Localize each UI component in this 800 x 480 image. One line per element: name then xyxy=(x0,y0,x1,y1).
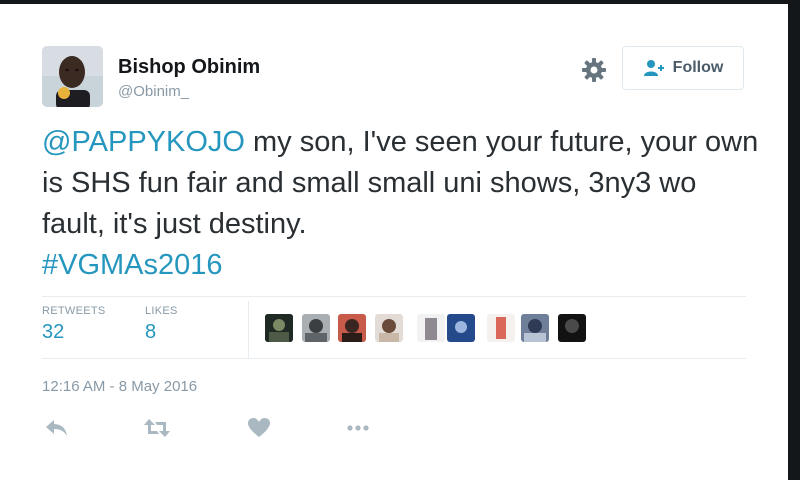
more-icon[interactable] xyxy=(345,416,371,440)
liker-avatar[interactable] xyxy=(338,314,366,342)
window-right-edge xyxy=(788,0,800,480)
author-handle[interactable]: @Obinim_ xyxy=(118,83,189,100)
likes-label: LIKES xyxy=(145,305,178,317)
stats-vertical-divider xyxy=(248,301,249,358)
gear-icon[interactable] xyxy=(581,57,607,83)
reply-icon[interactable] xyxy=(44,416,70,440)
mention-link[interactable]: @PAPPYKOJO xyxy=(42,126,245,158)
follow-label: Follow xyxy=(672,59,724,76)
liker-avatar[interactable] xyxy=(447,314,475,342)
add-user-icon xyxy=(643,59,665,77)
liker-avatar[interactable] xyxy=(265,314,293,342)
hashtag-link[interactable]: #VGMAs2016 xyxy=(42,249,223,281)
author-avatar[interactable] xyxy=(42,46,103,107)
retweets-label: RETWEETS xyxy=(42,305,106,317)
liker-avatar[interactable] xyxy=(302,314,330,342)
tweet-card: Bishop Obinim @Obinim_ Follow @PAPPYKOJO… xyxy=(0,4,788,480)
liker-avatar[interactable] xyxy=(487,314,515,342)
likes-count[interactable]: 8 xyxy=(145,321,156,344)
stats-bottom-divider xyxy=(42,358,746,359)
tweet-timestamp[interactable]: 12:16 AM - 8 May 2016 xyxy=(42,378,197,395)
like-icon[interactable] xyxy=(246,416,272,440)
follow-button[interactable]: Follow xyxy=(622,46,744,90)
stats-top-divider xyxy=(42,296,746,297)
liker-avatar[interactable] xyxy=(521,314,549,342)
author-display-name[interactable]: Bishop Obinim xyxy=(118,56,260,79)
liker-avatar[interactable] xyxy=(417,314,445,342)
retweets-count[interactable]: 32 xyxy=(42,321,64,344)
liker-avatar[interactable] xyxy=(558,314,586,342)
retweet-icon[interactable] xyxy=(144,416,170,440)
liker-avatar[interactable] xyxy=(375,314,403,342)
tweet-text: @PAPPYKOJO my son, I've seen your future… xyxy=(42,122,762,286)
